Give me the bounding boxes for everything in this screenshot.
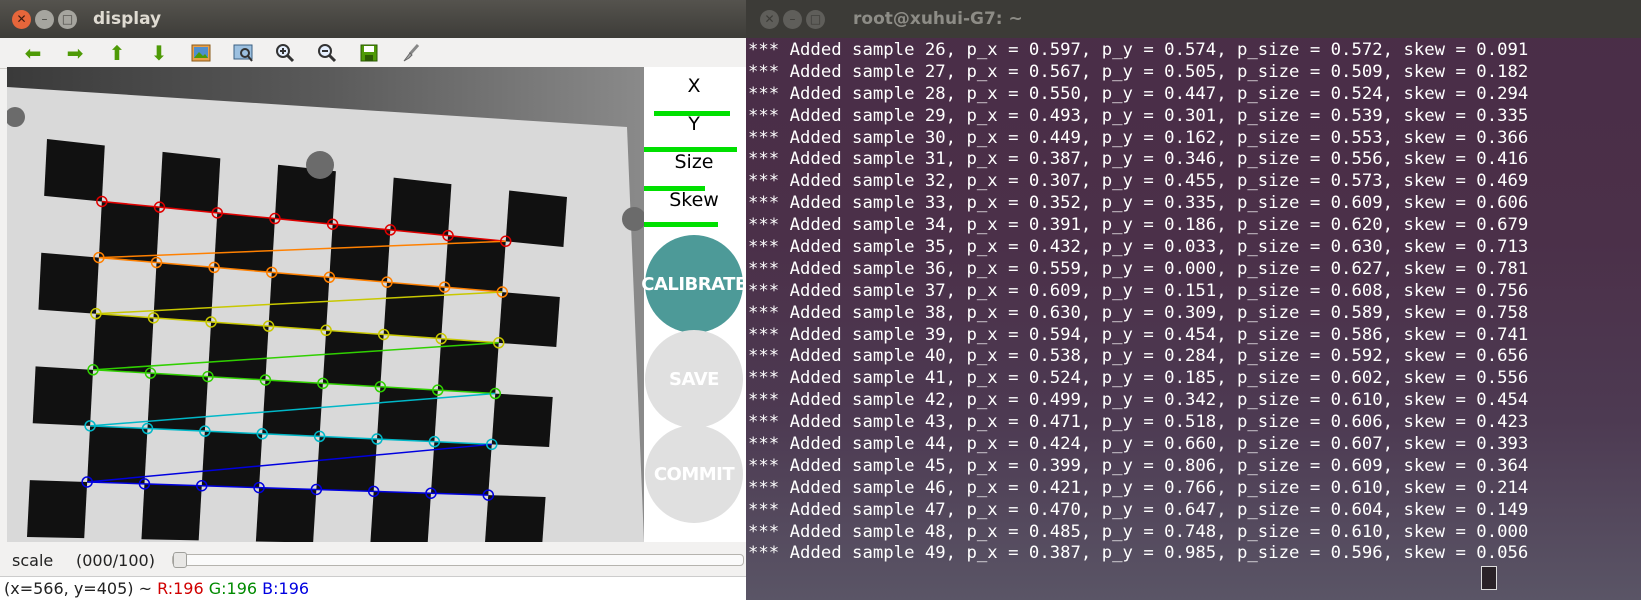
commit-button[interactable]: COMMIT [645, 425, 743, 523]
scale-slider[interactable] [172, 552, 744, 568]
checker-square [377, 386, 438, 442]
checker-square [98, 201, 160, 263]
minimize-window-button[interactable]: – [35, 9, 54, 29]
calibrate-button[interactable]: CALIBRATE [641, 235, 746, 333]
cursor-coords: (x=566, y=405) ~ [4, 579, 158, 598]
y-metric-label: Y [688, 113, 700, 135]
terminal-line: *** Added sample 29, p_x = 0.493, p_y = … [748, 105, 1529, 126]
red-value: R:196 [157, 579, 204, 598]
image-icon[interactable] [180, 40, 222, 66]
terminal-close-button[interactable]: ✕ [760, 9, 779, 29]
checker-square [153, 262, 215, 323]
terminal-line: *** Added sample 40, p_x = 0.538, p_y = … [748, 346, 1529, 367]
brush-icon[interactable] [390, 40, 432, 66]
arrow-right-icon[interactable]: ➡ [54, 40, 96, 66]
checker-square [27, 480, 88, 539]
terminal-window[interactable]: ✕ – □ root@xuhui-G7: ~ *** Added sample … [746, 0, 1641, 600]
checker-square [370, 491, 431, 542]
terminal-line: *** Added sample 35, p_x = 0.432, p_y = … [748, 237, 1529, 258]
checker-square [383, 282, 445, 339]
terminal-line: *** Added sample 46, p_x = 0.421, p_y = … [748, 477, 1529, 498]
checker-square [32, 366, 94, 426]
terminal-line: *** Added sample 49, p_x = 0.387, p_y = … [748, 543, 1529, 564]
scale-row: scale (000/100) [0, 547, 746, 573]
terminal-line: *** Added sample 41, p_x = 0.524, p_y = … [748, 368, 1529, 389]
terminal-output: *** Added sample 26, p_x = 0.597, p_y = … [748, 40, 1528, 565]
checker-square [93, 313, 154, 374]
checker-square [498, 292, 560, 347]
status-bar: (x=566, y=405) ~ R:196 G:196 B:196 [0, 576, 746, 600]
fit-image-icon[interactable] [222, 40, 264, 66]
arrow-down-icon[interactable]: ⬇ [138, 40, 180, 66]
terminal-minimize-button[interactable]: – [783, 9, 802, 29]
terminal-line: *** Added sample 28, p_x = 0.550, p_y = … [748, 83, 1529, 104]
checker-square [505, 190, 567, 247]
scale-count: (000/100) [76, 550, 155, 570]
size-metric-label: Size [674, 151, 714, 173]
checker-square [201, 431, 263, 488]
board-clip [306, 151, 334, 179]
zoom-in-icon[interactable] [264, 40, 306, 66]
scale-label: scale [12, 550, 54, 570]
checker-square [316, 436, 377, 492]
checker-square [214, 212, 275, 273]
display-titlebar: ✕ – □ display [0, 0, 746, 38]
checker-square [485, 495, 546, 542]
terminal-line: *** Added sample 27, p_x = 0.567, p_y = … [748, 61, 1529, 82]
terminal-line: *** Added sample 33, p_x = 0.352, p_y = … [748, 193, 1529, 214]
save-icon[interactable] [348, 40, 390, 66]
terminal-cursor [1481, 566, 1497, 590]
maximize-window-button[interactable]: □ [58, 9, 77, 29]
terminal-line: *** Added sample 44, p_x = 0.424, p_y = … [748, 434, 1529, 455]
calibration-sidebar: X Y Size Skew CALIBRATE SAVE COMMIT [641, 67, 746, 542]
terminal-line: *** Added sample 38, p_x = 0.630, p_y = … [748, 302, 1529, 323]
checker-square [322, 330, 384, 387]
checker-square [87, 425, 148, 484]
terminal-line: *** Added sample 39, p_x = 0.594, p_y = … [748, 324, 1529, 345]
checker-square [38, 252, 99, 314]
terminal-line: *** Added sample 30, p_x = 0.449, p_y = … [748, 127, 1529, 148]
terminal-maximize-button[interactable]: □ [806, 9, 825, 29]
terminal-title: root@xuhui-G7: ~ [853, 9, 1023, 29]
terminal-line: *** Added sample 34, p_x = 0.391, p_y = … [748, 215, 1529, 236]
terminal-line: *** Added sample 45, p_x = 0.399, p_y = … [748, 455, 1529, 476]
terminal-line: *** Added sample 48, p_x = 0.485, p_y = … [748, 521, 1529, 542]
terminal-line: *** Added sample 26, p_x = 0.597, p_y = … [748, 40, 1529, 60]
terminal-line: *** Added sample 32, p_x = 0.307, p_y = … [748, 171, 1529, 192]
terminal-line: *** Added sample 36, p_x = 0.559, p_y = … [748, 258, 1529, 279]
camera-image[interactable] [7, 67, 644, 542]
close-window-button[interactable]: ✕ [12, 9, 31, 29]
arrow-left-icon[interactable]: ⬅ [12, 40, 54, 66]
zoom-out-icon[interactable] [306, 40, 348, 66]
arrow-up-icon[interactable]: ⬆ [96, 40, 138, 66]
checker-square [44, 139, 105, 202]
terminal-line: *** Added sample 31, p_x = 0.387, p_y = … [748, 149, 1529, 170]
checker-square [491, 393, 553, 447]
checker-square [329, 224, 391, 283]
checker-square [147, 373, 208, 432]
save-button[interactable]: SAVE [645, 330, 743, 428]
checker-square [159, 151, 221, 213]
x-metric-label: X [687, 75, 701, 97]
display-window: ✕ – □ display ⬅ ➡ ⬆ ⬇ X Y Size Skew CALI… [0, 0, 746, 600]
scale-slider-handle[interactable] [173, 552, 187, 568]
checker-square [141, 483, 202, 541]
skew-progress-bar [644, 222, 718, 227]
terminal-line: *** Added sample 47, p_x = 0.470, p_y = … [748, 499, 1529, 520]
terminal-line: *** Added sample 43, p_x = 0.471, p_y = … [748, 412, 1529, 433]
checker-square [390, 177, 452, 236]
checker-square [255, 487, 317, 542]
checker-square [207, 322, 269, 381]
green-value: G:196 [208, 579, 258, 598]
window-title: display [93, 9, 162, 29]
image-toolbar: ⬅ ➡ ⬆ ⬇ [0, 38, 746, 69]
terminal-line: *** Added sample 42, p_x = 0.499, p_y = … [748, 390, 1529, 411]
blue-value: B:196 [262, 579, 310, 598]
terminal-line: *** Added sample 37, p_x = 0.609, p_y = … [748, 280, 1529, 301]
skew-metric-label: Skew [669, 189, 719, 211]
terminal-titlebar: ✕ – □ root@xuhui-G7: ~ [746, 0, 1641, 38]
